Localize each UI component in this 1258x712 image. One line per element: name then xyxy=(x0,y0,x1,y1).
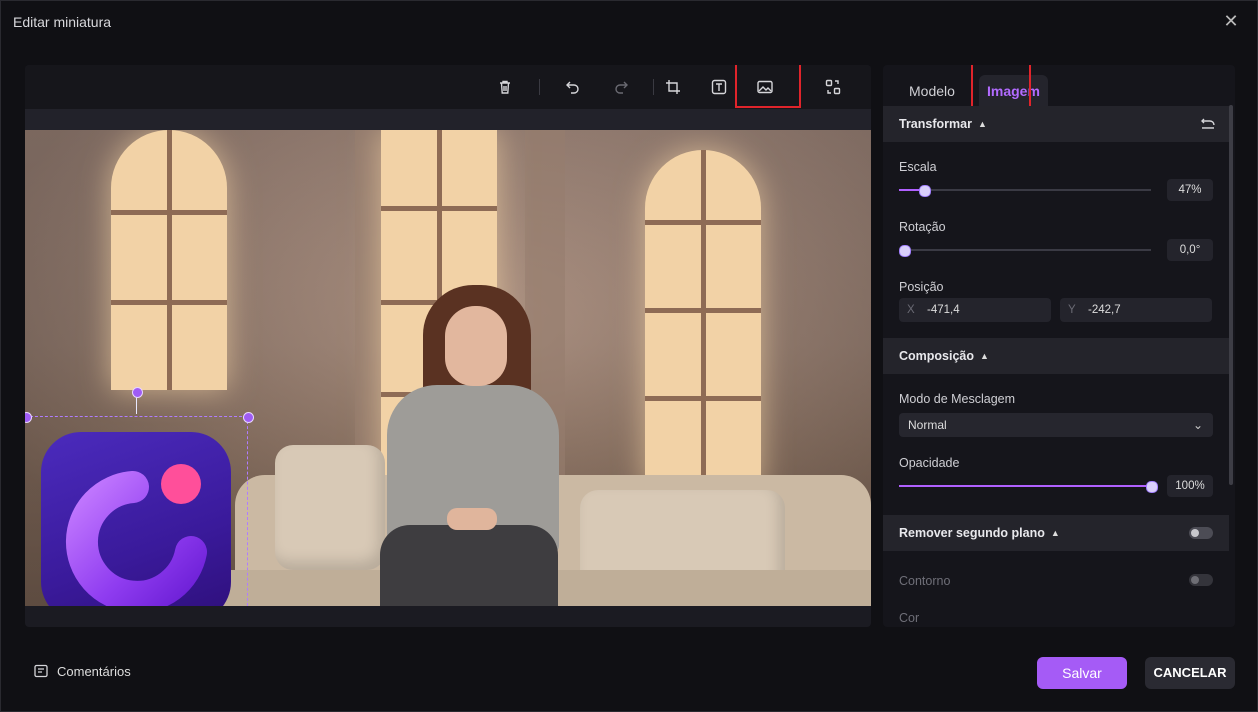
feedback-icon xyxy=(34,664,48,678)
editor-area xyxy=(25,65,871,627)
delete-icon[interactable] xyxy=(493,75,517,99)
comments-label: Comentários xyxy=(57,663,131,679)
resize-handle-top-right[interactable] xyxy=(243,412,254,423)
blend-mode-label: Modo de Mesclagem xyxy=(899,392,1016,406)
replace-icon[interactable] xyxy=(821,75,845,99)
rotation-slider[interactable] xyxy=(899,245,1151,257)
scale-slider[interactable] xyxy=(899,185,1151,197)
tab-modelo[interactable]: Modelo xyxy=(901,75,963,107)
position-label: Posição xyxy=(899,280,944,294)
undo-icon[interactable] xyxy=(561,75,585,99)
editor-toolbar xyxy=(25,65,871,109)
contour-label: Contorno xyxy=(899,574,951,588)
rotation-value[interactable]: 0,0° xyxy=(1167,239,1213,261)
opacity-value[interactable]: 100% xyxy=(1167,475,1213,497)
edit-thumbnail-dialog: Editar miniatura ✕ Modelo Imagem Transfo… xyxy=(0,0,1258,712)
remove-background-toggle[interactable] xyxy=(1189,527,1213,539)
dialog-title: Editar miniatura xyxy=(13,14,112,30)
comments-button[interactable]: Comentários xyxy=(33,663,131,679)
chevron-down-icon: ⌄ xyxy=(1192,418,1203,432)
close-icon[interactable]: ✕ xyxy=(1221,11,1241,31)
remove-background-section-header[interactable]: Remover segundo plano ▲ xyxy=(883,515,1229,551)
transform-section-header[interactable]: Transformar ▲ xyxy=(883,106,1229,142)
position-x-field[interactable]: X -471,4 xyxy=(899,298,1051,322)
cancel-button[interactable]: CANCELAR xyxy=(1145,657,1235,689)
image-tool-highlight xyxy=(735,65,801,108)
crop-icon[interactable] xyxy=(661,75,685,99)
blend-mode-select[interactable]: Normal ⌄ xyxy=(899,413,1213,437)
rotate-handle[interactable] xyxy=(132,387,143,398)
redo-icon[interactable] xyxy=(609,75,633,99)
scale-value[interactable]: 47% xyxy=(1167,179,1213,201)
thumbnail-canvas[interactable] xyxy=(25,130,871,606)
color-label: Cor xyxy=(899,611,920,625)
text-icon[interactable] xyxy=(707,75,731,99)
panel-scrollbar[interactable] xyxy=(1229,105,1233,485)
scale-label: Escala xyxy=(899,160,937,174)
opacity-label: Opacidade xyxy=(899,456,960,470)
rotation-label: Rotação xyxy=(899,220,946,234)
opacity-slider[interactable] xyxy=(899,481,1158,493)
contour-toggle[interactable] xyxy=(1189,574,1213,586)
reset-icon[interactable] xyxy=(1199,114,1217,132)
overlay-logo-image[interactable] xyxy=(41,432,231,606)
properties-panel: Modelo Imagem Transformar ▲ Escala 47% Ro… xyxy=(883,65,1235,627)
save-button[interactable]: Salvar xyxy=(1037,657,1127,689)
composition-section-header[interactable]: Composição ▲ xyxy=(883,338,1229,374)
position-y-field[interactable]: Y -242,7 xyxy=(1060,298,1212,322)
